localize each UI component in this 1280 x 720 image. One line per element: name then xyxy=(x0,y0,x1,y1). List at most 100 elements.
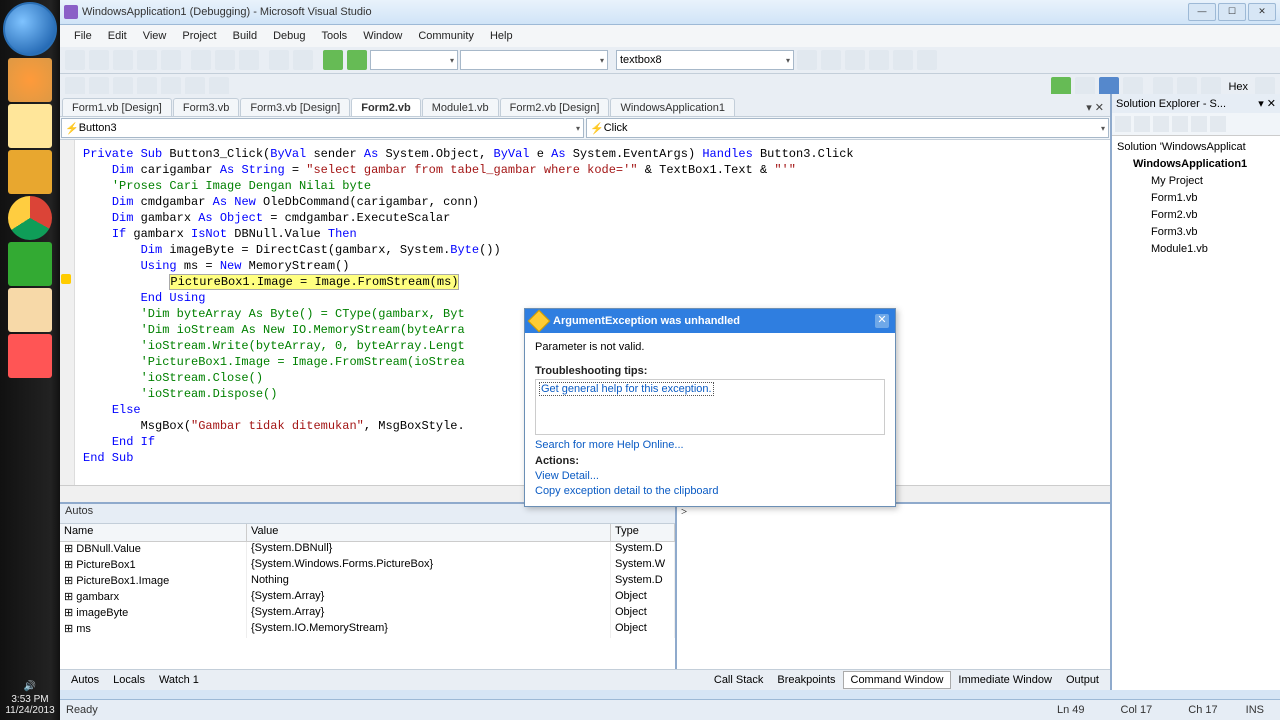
tb-icon-6[interactable] xyxy=(917,50,937,70)
tb-icon-2[interactable] xyxy=(821,50,841,70)
status-ln: Ln 49 xyxy=(1057,704,1085,716)
platform-combo[interactable]: ▾ xyxy=(460,50,608,70)
tab-form3-design[interactable]: Form3.vb [Design] xyxy=(240,98,350,116)
menu-build[interactable]: Build xyxy=(225,28,265,44)
exception-popup: ArgumentException was unhandled ✕ Parame… xyxy=(524,308,896,507)
solution-tree[interactable]: Solution 'WindowsApplicat WindowsApplica… xyxy=(1112,136,1280,261)
tb-icon-3[interactable] xyxy=(845,50,865,70)
chrome-icon[interactable] xyxy=(8,196,52,240)
copy-exception-link[interactable]: Copy exception detail to the clipboard xyxy=(535,485,885,497)
start-button[interactable] xyxy=(347,50,367,70)
tab-locals[interactable]: Locals xyxy=(106,672,152,688)
tab-callstack[interactable]: Call Stack xyxy=(707,672,771,688)
sol-tb-2[interactable] xyxy=(1134,116,1150,132)
autos-row[interactable]: ⊞ gambarx{System.Array}Object xyxy=(60,590,675,606)
tab-app[interactable]: WindowsApplication1 xyxy=(610,98,735,116)
toolbar-main: ▾ ▾ textbox8▾ xyxy=(60,47,1280,74)
explorer-icon[interactable] xyxy=(8,104,52,148)
sol-tb-3[interactable] xyxy=(1153,116,1169,132)
tab-form2[interactable]: Form2.vb xyxy=(351,98,421,116)
autos-header: NameValueType xyxy=(60,524,675,542)
sol-tb-1[interactable] xyxy=(1115,116,1131,132)
unknown-icon-1[interactable] xyxy=(8,242,52,286)
tips-box: Get general help for this exception. xyxy=(535,379,885,435)
tab-commandwindow[interactable]: Command Window xyxy=(843,671,952,689)
minimize-button[interactable]: — xyxy=(1188,3,1216,21)
autos-row[interactable]: ⊞ PictureBox1.ImageNothingSystem.D xyxy=(60,574,675,590)
tab-module1[interactable]: Module1.vb xyxy=(422,98,499,116)
status-ch: Ch 17 xyxy=(1188,704,1217,716)
autos-row[interactable]: ⊞ ms{System.IO.MemoryStream}Object xyxy=(60,622,675,638)
exception-header: ArgumentException was unhandled ✕ xyxy=(525,309,895,333)
unknown-icon-2[interactable] xyxy=(8,334,52,378)
tab-form1-design[interactable]: Form1.vb [Design] xyxy=(62,98,172,116)
find-combo[interactable]: textbox8▾ xyxy=(616,50,794,70)
paste-button[interactable] xyxy=(239,50,259,70)
class-combo[interactable]: ⚡Button3▾ xyxy=(61,118,584,138)
tb-icon-4[interactable] xyxy=(869,50,889,70)
autos-row[interactable]: ⊞ PictureBox1{System.Windows.Forms.Pictu… xyxy=(60,558,675,574)
tab-output[interactable]: Output xyxy=(1059,672,1106,688)
tab-watch1[interactable]: Watch 1 xyxy=(152,672,206,688)
system-tray[interactable]: 🔊 3:53 PM 11/24/2013 xyxy=(0,681,60,716)
start-orb[interactable] xyxy=(3,2,57,56)
command-window[interactable]: > xyxy=(677,504,1110,669)
tab-form2-design[interactable]: Form2.vb [Design] xyxy=(500,98,610,116)
undo-button[interactable] xyxy=(269,50,289,70)
add-item-button[interactable] xyxy=(89,50,109,70)
code-nav: ⚡Button3▾ ⚡Click▾ xyxy=(60,117,1110,140)
firefox-icon[interactable] xyxy=(8,58,52,102)
menu-community[interactable]: Community xyxy=(410,28,482,44)
redo-button[interactable] xyxy=(293,50,313,70)
menu-project[interactable]: Project xyxy=(174,28,224,44)
menu-file[interactable]: File xyxy=(66,28,100,44)
tb-icon-5[interactable] xyxy=(893,50,913,70)
start-debug-button[interactable] xyxy=(323,50,343,70)
sol-tb-4[interactable] xyxy=(1172,116,1188,132)
tab-immediate[interactable]: Immediate Window xyxy=(951,672,1059,688)
tab-form3[interactable]: Form3.vb xyxy=(173,98,239,116)
paint-icon[interactable] xyxy=(8,288,52,332)
tab-breakpoints[interactable]: Breakpoints xyxy=(770,672,842,688)
autos-row[interactable]: ⊞ DBNull.Value{System.DBNull}System.D xyxy=(60,542,675,558)
status-ready: Ready xyxy=(66,704,98,716)
warning-icon xyxy=(528,310,551,333)
new-project-button[interactable] xyxy=(65,50,85,70)
winamp-icon[interactable] xyxy=(8,150,52,194)
search-help-link[interactable]: Search for more Help Online... xyxy=(535,439,885,451)
tb-icon-1[interactable] xyxy=(797,50,817,70)
menu-edit[interactable]: Edit xyxy=(100,28,135,44)
autos-row[interactable]: ⊞ imageByte{System.Array}Object xyxy=(60,606,675,622)
exception-close-icon[interactable]: ✕ xyxy=(875,314,889,328)
tips-label: Troubleshooting tips: xyxy=(535,365,885,377)
menu-help[interactable]: Help xyxy=(482,28,521,44)
method-combo[interactable]: ⚡Click▾ xyxy=(586,118,1109,138)
tab-autos[interactable]: Autos xyxy=(64,672,106,688)
tab-close-icon[interactable]: ▾ ✕ xyxy=(1080,99,1110,116)
save-button[interactable] xyxy=(137,50,157,70)
tip-link[interactable]: Get general help for this exception. xyxy=(539,382,714,396)
open-button[interactable] xyxy=(113,50,133,70)
autos-rows[interactable]: ⊞ DBNull.Value{System.DBNull}System.D⊞ P… xyxy=(60,542,675,638)
document-tabs: Form1.vb [Design] Form3.vb Form3.vb [Des… xyxy=(60,94,1110,117)
exception-message: Parameter is not valid. xyxy=(535,339,885,361)
config-combo[interactable]: ▾ xyxy=(370,50,458,70)
save-all-button[interactable] xyxy=(161,50,181,70)
maximize-button[interactable]: ☐ xyxy=(1218,3,1246,21)
menu-debug[interactable]: Debug xyxy=(265,28,313,44)
bottom-tabs: Autos Locals Watch 1 Call Stack Breakpoi… xyxy=(60,669,1110,690)
menubar: File Edit View Project Build Debug Tools… xyxy=(60,25,1280,47)
menu-window[interactable]: Window xyxy=(355,28,410,44)
item-form3: Form3.vb xyxy=(1115,224,1277,241)
sol-tb-5[interactable] xyxy=(1191,116,1207,132)
cut-button[interactable] xyxy=(191,50,211,70)
breakpoint-icon xyxy=(61,274,71,284)
close-button[interactable]: ✕ xyxy=(1248,3,1276,21)
sol-tb-6[interactable] xyxy=(1210,116,1226,132)
copy-button[interactable] xyxy=(215,50,235,70)
menu-view[interactable]: View xyxy=(135,28,175,44)
item-form1: Form1.vb xyxy=(1115,190,1277,207)
menu-tools[interactable]: Tools xyxy=(314,28,356,44)
view-detail-link[interactable]: View Detail... xyxy=(535,470,885,482)
actions-label: Actions: xyxy=(535,455,885,467)
